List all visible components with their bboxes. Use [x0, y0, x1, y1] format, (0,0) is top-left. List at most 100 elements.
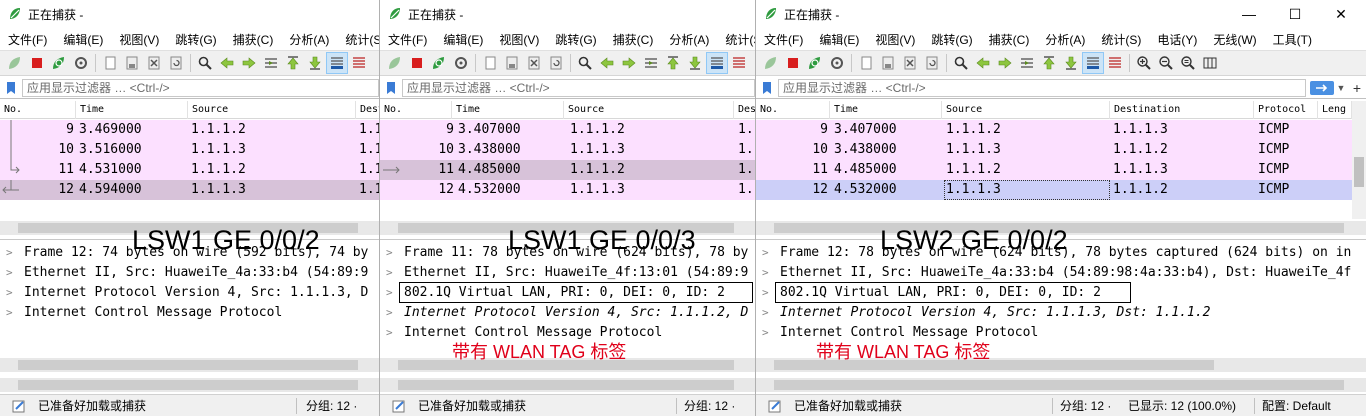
detail-tree-item[interactable]: > Internet Control Message Protocol [0, 303, 379, 323]
chevron-right-icon[interactable]: > [762, 243, 769, 263]
menu-wireless[interactable]: 无线(W) [1205, 31, 1264, 48]
packet-row[interactable]: 12 4.532000 1.1.1.3 1. [380, 180, 755, 200]
menu-file[interactable]: 文件(F) [0, 31, 55, 48]
menu-statistics[interactable]: 统计(S) [337, 31, 379, 48]
column-header-no[interactable]: No. [380, 101, 452, 119]
go-last-packet-icon[interactable] [684, 52, 706, 74]
go-last-packet-icon[interactable] [304, 52, 326, 74]
menu-capture[interactable]: 捕获(C) [225, 31, 282, 48]
auto-scroll-icon[interactable] [1082, 52, 1104, 74]
packet-row[interactable]: 9 3.469000 1.1.1.2 1.1 [0, 120, 379, 140]
chevron-right-icon[interactable]: > [386, 303, 393, 323]
menu-view[interactable]: 视图(V) [491, 31, 547, 48]
column-header-no[interactable]: No. [0, 101, 76, 119]
resize-columns-icon[interactable] [1199, 52, 1221, 74]
chevron-right-icon[interactable]: > [762, 323, 769, 343]
packet-row[interactable]: 11 4.531000 1.1.1.2 1.1 [0, 160, 379, 180]
start-capture-icon[interactable] [760, 52, 782, 74]
colorize-icon[interactable] [1104, 52, 1126, 74]
chevron-right-icon[interactable]: > [6, 303, 13, 323]
restart-capture-icon[interactable] [428, 52, 450, 74]
start-capture-icon[interactable] [384, 52, 406, 74]
detail-tree-item[interactable]: > Ethernet II, Src: HuaweiTe_4f:13:01 (54… [380, 263, 755, 283]
packet-row[interactable]: 10 3.438000 1.1.1.3 1.1.1.2 ICMP [756, 140, 1352, 160]
start-capture-icon[interactable] [4, 52, 26, 74]
add-filter-button-icon[interactable]: + [1348, 80, 1366, 96]
menu-go[interactable]: 跳转(G) [167, 31, 224, 48]
menu-edit[interactable]: 编辑(E) [55, 31, 111, 48]
open-file-icon[interactable] [99, 52, 121, 74]
chevron-down-icon[interactable]: ▼ [1334, 83, 1348, 93]
restart-capture-icon[interactable] [804, 52, 826, 74]
open-file-icon[interactable] [479, 52, 501, 74]
chevron-right-icon[interactable]: > [386, 283, 393, 303]
go-forward-icon[interactable] [618, 52, 640, 74]
bytes-hscrollbar[interactable] [0, 378, 379, 392]
go-to-packet-icon[interactable] [260, 52, 282, 74]
apply-filter-arrow-icon[interactable] [1310, 80, 1334, 95]
menu-file[interactable]: 文件(F) [756, 31, 811, 48]
menu-view[interactable]: 视图(V) [867, 31, 923, 48]
menu-edit[interactable]: 编辑(E) [435, 31, 491, 48]
menu-telephony[interactable]: 电话(Y) [1149, 31, 1205, 48]
chevron-right-icon[interactable]: > [762, 283, 769, 303]
expert-info-icon[interactable] [12, 399, 26, 413]
capture-options-icon[interactable] [826, 52, 848, 74]
stop-capture-icon[interactable] [26, 52, 48, 74]
status-profile[interactable]: 配置: Default [1262, 395, 1331, 416]
go-first-packet-icon[interactable] [282, 52, 304, 74]
close-file-icon[interactable] [899, 52, 921, 74]
bookmark-icon[interactable] [760, 81, 774, 95]
packet-row[interactable]: 10 3.438000 1.1.1.3 1. [380, 140, 755, 160]
stop-capture-icon[interactable] [782, 52, 804, 74]
column-header-source[interactable]: Source [564, 101, 734, 119]
reload-file-icon[interactable] [921, 52, 943, 74]
go-back-icon[interactable] [596, 52, 618, 74]
packet-list-vscrollbar[interactable] [1352, 101, 1366, 219]
column-header-destination[interactable]: Des [734, 101, 755, 119]
scrollbar-thumb[interactable] [774, 380, 1344, 390]
save-file-icon[interactable] [501, 52, 523, 74]
detail-tree-item[interactable]: > Internet Protocol Version 4, Src: 1.1.1… [380, 303, 755, 323]
menu-analyze[interactable]: 分析(A) [1037, 31, 1093, 48]
menu-analyze[interactable]: 分析(A) [661, 31, 717, 48]
scrollbar-thumb[interactable] [398, 380, 734, 390]
display-filter-input[interactable]: 应用显示过滤器 … <Ctrl-/> [402, 78, 755, 97]
go-back-icon[interactable] [216, 52, 238, 74]
column-header-source[interactable]: Source [942, 101, 1110, 119]
column-header-protocol[interactable]: Protocol [1254, 101, 1318, 119]
menu-capture[interactable]: 捕获(C) [605, 31, 662, 48]
menu-edit[interactable]: 编辑(E) [811, 31, 867, 48]
go-to-packet-icon[interactable] [640, 52, 662, 74]
minimize-button[interactable]: — [1226, 0, 1272, 28]
packet-row[interactable]: 10 3.516000 1.1.1.3 1.1 [0, 140, 379, 160]
column-header-no[interactable]: No. [756, 101, 830, 119]
scrollbar-thumb[interactable] [1354, 157, 1364, 187]
chevron-right-icon[interactable]: > [386, 263, 393, 283]
scrollbar-thumb[interactable] [18, 360, 358, 370]
chevron-right-icon[interactable]: > [386, 323, 393, 343]
packet-row-selected[interactable]: 11 4.485000 1.1.1.2 1. [380, 160, 755, 180]
capture-options-icon[interactable] [450, 52, 472, 74]
menu-tools[interactable]: 工具(T) [1265, 31, 1320, 48]
colorize-icon[interactable] [728, 52, 750, 74]
chevron-right-icon[interactable]: > [386, 243, 393, 263]
menu-statistics[interactable]: 统计(S) [1093, 31, 1149, 48]
column-header-destination[interactable]: Destination [1110, 101, 1254, 119]
find-packet-icon[interactable] [950, 52, 972, 74]
menu-file[interactable]: 文件(F) [380, 31, 435, 48]
expert-info-icon[interactable] [768, 399, 782, 413]
save-file-icon[interactable] [877, 52, 899, 74]
bytes-hscrollbar[interactable] [756, 378, 1366, 392]
go-forward-icon[interactable] [238, 52, 260, 74]
auto-scroll-icon[interactable] [326, 52, 348, 74]
bookmark-icon[interactable] [384, 81, 398, 95]
close-file-icon[interactable] [523, 52, 545, 74]
open-file-icon[interactable] [855, 52, 877, 74]
display-filter-input[interactable]: 应用显示过滤器 … <Ctrl-/> [22, 78, 379, 97]
column-header-time[interactable]: Time [452, 101, 564, 119]
go-back-icon[interactable] [972, 52, 994, 74]
go-forward-icon[interactable] [994, 52, 1016, 74]
reload-file-icon[interactable] [165, 52, 187, 74]
go-first-packet-icon[interactable] [1038, 52, 1060, 74]
